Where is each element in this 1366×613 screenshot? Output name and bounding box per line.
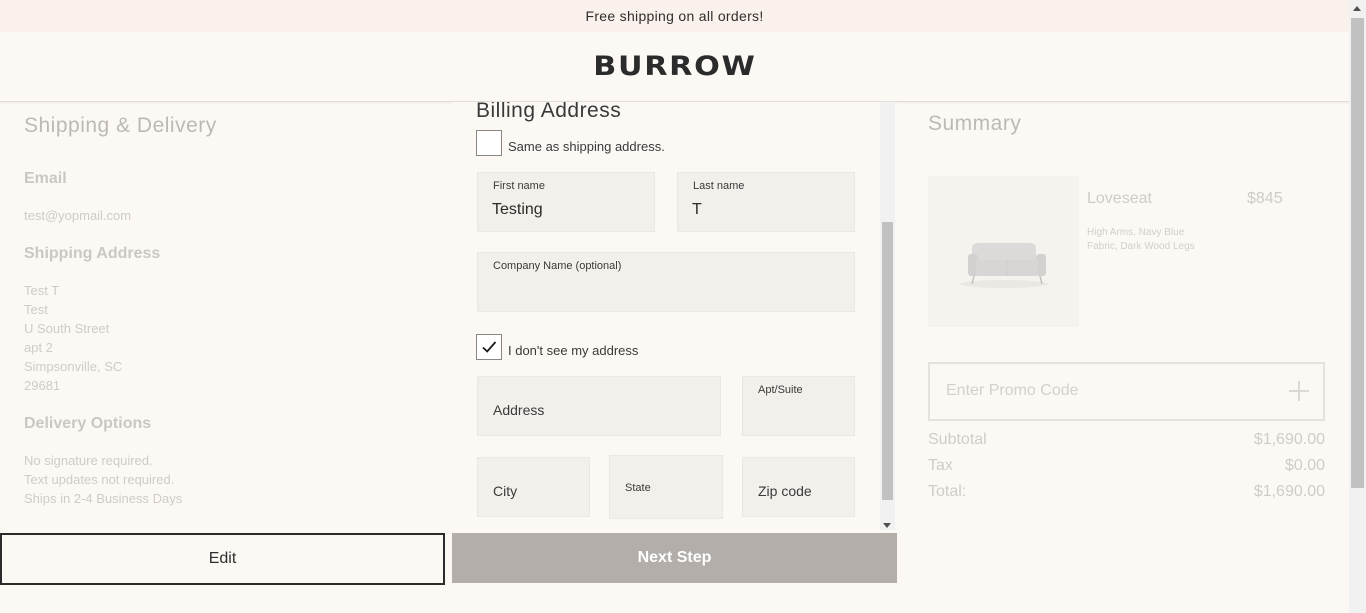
last-name-value[interactable]: T — [692, 201, 702, 219]
last-name-label: Last name — [693, 180, 745, 192]
state-select[interactable]: State — [609, 455, 723, 519]
checkmark-icon — [482, 341, 497, 353]
no-address-label[interactable]: I don't see my address — [508, 343, 638, 358]
subtotal-value: $1,690.00 — [1253, 431, 1325, 448]
scroll-down-arrow-icon[interactable] — [883, 523, 891, 528]
no-address-checkbox[interactable] — [476, 334, 502, 360]
billing-title: Billing Address — [476, 102, 622, 122]
shipping-title: Shipping & Delivery — [24, 114, 217, 137]
email-label: Email — [24, 170, 67, 187]
page-scrollbar-thumb[interactable] — [1351, 18, 1364, 488]
sofa-icon — [928, 176, 1079, 327]
address-line: Test T — [24, 283, 60, 298]
address-line: Test — [24, 302, 48, 317]
tax-label: Tax — [928, 457, 953, 474]
address-field[interactable]: Address — [477, 376, 721, 436]
first-name-field[interactable]: First name Testing — [477, 172, 655, 232]
delivery-options-label: Delivery Options — [24, 415, 152, 432]
first-name-label: First name — [493, 180, 545, 192]
zip-code-placeholder: Zip code — [758, 483, 812, 499]
product-name: Loveseat — [1087, 190, 1152, 207]
site-header: BURROW — [0, 32, 1349, 102]
email-value: test@yopmail.com — [24, 208, 132, 223]
plus-icon[interactable] — [1289, 381, 1309, 401]
address-placeholder: Address — [493, 402, 545, 418]
promo-banner-text: Free shipping on all orders! — [585, 8, 764, 24]
promo-code-box[interactable] — [928, 362, 1325, 421]
zip-code-field[interactable]: Zip code — [742, 457, 855, 517]
apt-suite-label: Apt/Suite — [758, 384, 803, 396]
city-field[interactable]: City — [477, 457, 590, 517]
subtotal-label: Subtotal — [928, 431, 987, 448]
apt-suite-field[interactable]: Apt/Suite — [742, 376, 855, 436]
state-label: State — [625, 482, 651, 494]
city-placeholder: City — [493, 483, 518, 499]
address-line: apt 2 — [24, 340, 53, 355]
scrollbar-thumb[interactable] — [882, 222, 893, 500]
company-name-field[interactable]: Company Name (optional) — [477, 252, 855, 312]
page-scrollbar[interactable] — [1349, 0, 1366, 613]
tax-value: $0.00 — [1284, 457, 1325, 474]
delivery-line: No signature required. — [24, 453, 153, 468]
edit-button[interactable]: Edit — [0, 533, 445, 585]
shipping-address-label: Shipping Address — [24, 245, 161, 262]
same-as-shipping-checkbox[interactable] — [476, 130, 502, 156]
total-value: $1,690.00 — [1253, 483, 1325, 500]
loveseat-image — [928, 176, 1079, 327]
last-name-field[interactable]: Last name T — [677, 172, 855, 232]
address-line: 29681 — [24, 378, 61, 393]
total-label: Total: — [928, 483, 967, 500]
next-step-button[interactable]: Next Step — [452, 533, 897, 583]
burrow-logo[interactable]: BURROW — [593, 51, 756, 82]
product-description: High Arms, Navy Blue Fabric, Dark Wood L… — [1087, 227, 1195, 252]
company-name-label: Company Name (optional) — [493, 260, 622, 272]
first-name-value[interactable]: Testing — [492, 201, 543, 219]
promo-code-input[interactable] — [946, 382, 1266, 400]
billing-form-scrollbar[interactable] — [880, 102, 895, 530]
address-line: U South Street — [24, 321, 110, 336]
billing-form: Billing Address Same as shipping address… — [452, 102, 897, 530]
product-price: $845 — [1247, 190, 1283, 207]
delivery-line: Ships in 2-4 Business Days — [24, 491, 183, 506]
delivery-line: Text updates not required. — [24, 472, 175, 487]
same-as-shipping-label[interactable]: Same as shipping address. — [508, 139, 665, 154]
promo-banner: Free shipping on all orders! — [0, 0, 1349, 32]
scroll-up-arrow-icon[interactable] — [1353, 6, 1361, 11]
address-line: Simpsonville, SC — [24, 359, 123, 374]
summary-title: Summary — [928, 112, 1022, 135]
